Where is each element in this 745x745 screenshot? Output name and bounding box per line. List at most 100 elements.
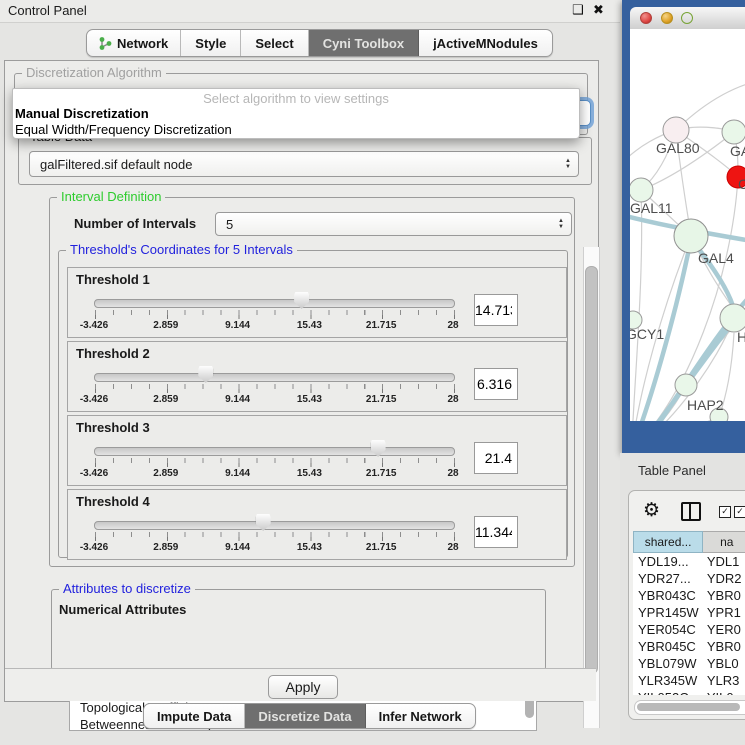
table-data-group: Table Data galFiltered.sif default node … (18, 137, 592, 185)
node-label: GA (730, 143, 745, 159)
tab-cyni-toolbox-label: Cyni Toolbox (323, 36, 404, 51)
tab-discretize-data-label: Discretize Data (258, 709, 351, 724)
threshold-2-label: Threshold 2 (76, 346, 150, 361)
tab-network-label: Network (117, 36, 168, 51)
close-traffic-light-icon[interactable] (640, 12, 652, 24)
table-row[interactable]: YPR145WYPR1 (633, 604, 745, 621)
slider-scale-labels: -3.426 2.859 9.144 15.43 21.715 28 (94, 394, 453, 406)
float-window-icon[interactable]: ❑ (572, 2, 584, 18)
tab-impute-data[interactable]: Impute Data (144, 704, 245, 728)
apply-button-label: Apply (285, 679, 320, 695)
split-columns-icon[interactable] (681, 502, 701, 521)
number-of-intervals-combo[interactable]: 5 ▲▼ (215, 212, 572, 236)
slider-scale-labels: -3.426 2.859 9.144 15.43 21.715 28 (94, 542, 453, 554)
close-window-icon[interactable]: ✖ (593, 2, 604, 18)
network-window-titlebar[interactable] (630, 7, 745, 30)
apply-button[interactable]: Apply (268, 675, 338, 699)
table-panel-title: Table Panel (638, 463, 706, 478)
network-canvas[interactable]: GAL80 GA C GAL11 GAL4 GCY1 H HAP2 (630, 29, 745, 421)
network-graph: GAL80 GA C GAL11 GAL4 GCY1 H HAP2 (630, 29, 745, 421)
table-row[interactable]: YDR27...YDR2 (633, 570, 745, 587)
table-row[interactable]: YBR045CYBR0 (633, 638, 745, 655)
threshold-4-value-field[interactable] (474, 516, 518, 548)
slider-scale-labels: -3.426 2.859 9.144 15.43 21.715 28 (94, 320, 453, 332)
window-title: Control Panel (8, 3, 87, 18)
column-header-shared-name[interactable]: shared... (633, 531, 703, 553)
attributes-group-title: Attributes to discretize (59, 581, 195, 596)
table-row[interactable]: YLR345WYLR3 (633, 672, 745, 689)
algorithm-dropdown-popup: Select algorithm to view settings Manual… (12, 88, 580, 139)
node-hap2[interactable] (675, 374, 697, 396)
dropdown-item-manual-discretization[interactable]: Manual Discretization (15, 106, 149, 121)
table-toolbar: ⚙ ✓ ✓ (629, 491, 745, 529)
network-window: GAL80 GA C GAL11 GAL4 GCY1 H HAP2 (622, 0, 745, 453)
node-gal4[interactable] (674, 219, 708, 253)
slider-minor-ticks (95, 458, 455, 463)
tab-impute-data-label: Impute Data (157, 709, 231, 724)
table-row[interactable]: YBR043CYBR0 (633, 587, 745, 604)
combo-stepper-icon: ▲▼ (565, 158, 571, 170)
threshold-4-label: Threshold 4 (76, 494, 150, 509)
threshold-2-value-field[interactable] (474, 368, 518, 400)
tab-network[interactable]: Network (87, 30, 181, 56)
threshold-1-slider-track[interactable] (94, 299, 455, 308)
tab-style-label: Style (195, 36, 226, 51)
threshold-4-panel: Threshold 4 -3.426 2.859 9.144 15.43 21.… (67, 489, 567, 560)
control-panel-tabbar: Network Style Select Cyni Toolbox jActiv… (86, 29, 553, 57)
panel-scrollbar-thumb[interactable] (585, 266, 598, 674)
threshold-1-value-field[interactable] (474, 294, 518, 326)
slider-minor-ticks (95, 310, 455, 315)
node-h[interactable] (720, 304, 745, 332)
table-row[interactable]: YER054CYER0 (633, 621, 745, 638)
node-label: H (737, 329, 745, 345)
threshold-3-panel: Threshold 3 -3.426 2.859 9.144 15.43 21.… (67, 415, 567, 486)
combo-stepper-icon: ▲▼ (558, 218, 564, 230)
node-green[interactable] (722, 120, 745, 144)
slider-minor-ticks (95, 532, 455, 537)
node-label: GAL4 (698, 250, 734, 266)
node-gal11[interactable] (630, 178, 653, 202)
interval-definition-group-title: Interval Definition (57, 189, 165, 204)
numerical-attributes-label: Numerical Attributes (59, 602, 186, 617)
minimize-traffic-light-icon[interactable] (661, 12, 673, 24)
apply-strip: Apply (5, 668, 596, 701)
column-header-name[interactable]: na (703, 531, 745, 553)
node-label: HAP2 (687, 397, 724, 413)
threshold-3-slider-track[interactable] (94, 447, 455, 456)
checkbox-icon[interactable]: ✓ (734, 506, 745, 518)
table-hscrollbar-track[interactable] (634, 700, 745, 715)
threshold-1-panel: Threshold 1 -3.426 2.859 9.144 15.43 21.… (67, 267, 567, 338)
node-label: C (738, 176, 745, 192)
zoom-traffic-light-icon[interactable] (681, 12, 693, 24)
attributes-group: Attributes to discretize Numerical Attri… (51, 589, 546, 670)
tab-style[interactable]: Style (181, 30, 241, 56)
tab-jactivemnodules[interactable]: jActiveMNodules (419, 30, 552, 56)
slider-scale-labels: -3.426 2.859 9.144 15.43 21.715 28 (94, 468, 453, 480)
dropdown-placeholder-item[interactable]: Select algorithm to view settings (13, 91, 579, 106)
table-hscrollbar-thumb[interactable] (637, 703, 740, 711)
threshold-3-label: Threshold 3 (76, 420, 150, 435)
dropdown-item-equal-width-frequency[interactable]: Equal Width/Frequency Discretization (15, 122, 232, 137)
slider-minor-ticks (95, 384, 455, 389)
table-row[interactable]: YIL052CYIL0 (633, 689, 745, 695)
node-table: shared... na YDL19...YDL1 YDR27...YDR2 Y… (633, 531, 745, 695)
gear-icon[interactable]: ⚙ (643, 499, 660, 522)
threshold-2-slider-track[interactable] (94, 373, 455, 382)
threshold-4-slider-track[interactable] (94, 521, 455, 530)
tab-select-label: Select (255, 36, 293, 51)
threshold-3-value-field[interactable] (474, 442, 518, 474)
table-row[interactable]: YBL079WYBL0 (633, 655, 745, 672)
tab-discretize-data[interactable]: Discretize Data (245, 704, 365, 728)
tab-cyni-toolbox[interactable]: Cyni Toolbox (309, 30, 419, 56)
table-header-row: shared... na (633, 531, 745, 553)
table-panel-box: ⚙ ✓ ✓ shared... na YDL19...YDL1 YDR27...… (628, 490, 745, 720)
table-row[interactable]: YDL19...YDL1 (633, 553, 745, 570)
table-data-combo-value: galFiltered.sif default node (40, 157, 192, 172)
node-label: GAL80 (656, 140, 700, 156)
tab-select[interactable]: Select (241, 30, 308, 56)
cyni-toolbox-panel: Discretization Algorithm Table Data galF… (4, 60, 599, 702)
table-data-combo[interactable]: galFiltered.sif default node ▲▼ (29, 151, 579, 177)
node-label: GCY1 (630, 326, 664, 342)
tab-infer-network[interactable]: Infer Network (366, 704, 475, 728)
checkbox-icon[interactable]: ✓ (719, 506, 731, 518)
